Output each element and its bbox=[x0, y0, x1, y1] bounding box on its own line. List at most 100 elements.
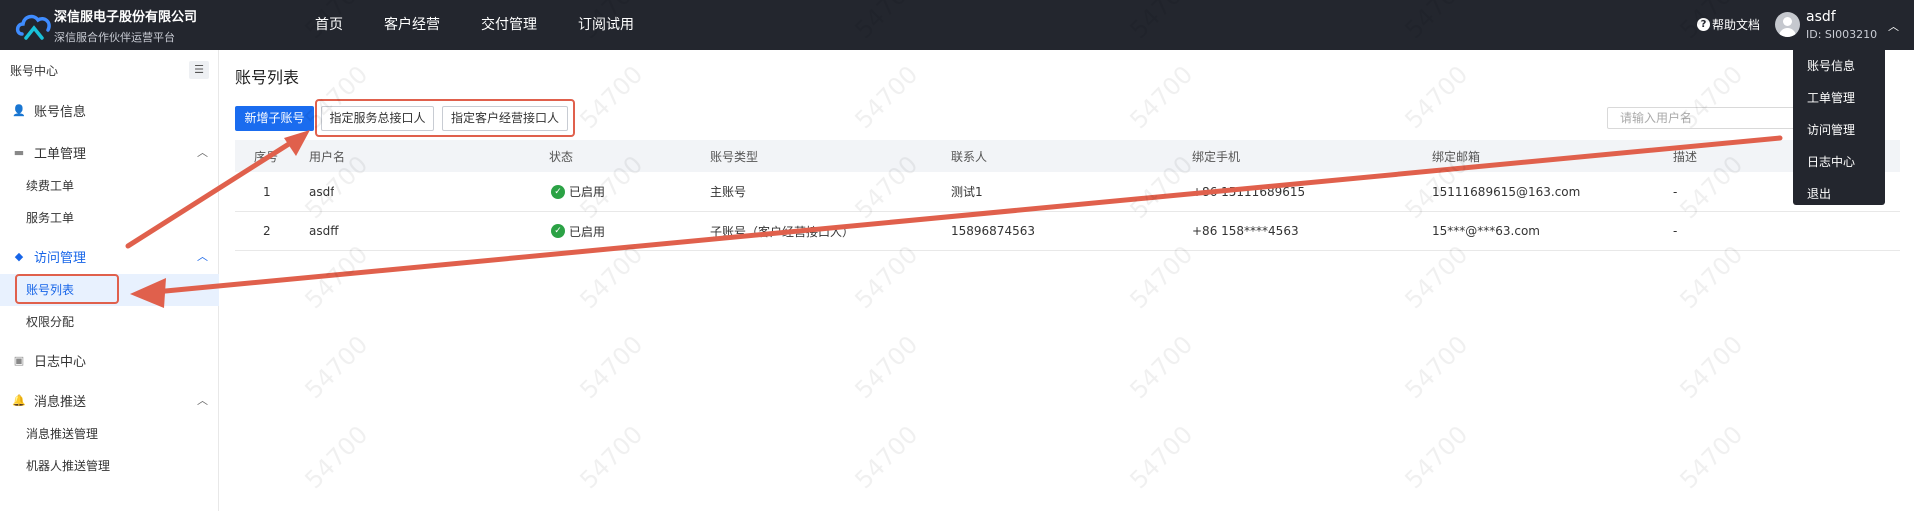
page-title: 账号列表 bbox=[235, 68, 300, 87]
watermark-text: 54700 bbox=[849, 240, 923, 314]
cell-email: 15111689615@163.com bbox=[1432, 184, 1581, 199]
column-header-username: 用户名 bbox=[309, 149, 346, 164]
top-nav-home[interactable]: 首页 bbox=[315, 0, 343, 50]
cell-status: ✓ 已启用 bbox=[551, 172, 605, 211]
check-circle-icon: ✓ bbox=[551, 184, 565, 199]
avatar[interactable] bbox=[1775, 12, 1800, 37]
sidebar-item-renewal-ticket[interactable]: 续费工单 bbox=[0, 170, 219, 202]
chevron-up-icon: ︿ bbox=[197, 146, 208, 159]
column-header-contact: 联系人 bbox=[951, 149, 988, 164]
user-id: ID: SI003210 bbox=[1806, 28, 1878, 41]
chevron-up-icon[interactable]: ︿ bbox=[1888, 18, 1899, 34]
watermark-text: 54700 bbox=[574, 330, 648, 404]
sidebar-item-message-push-management[interactable]: 消息推送管理 bbox=[0, 418, 219, 450]
sidebar-item-message-push[interactable]: 🔔 消息推送 ︿ bbox=[0, 382, 219, 418]
watermark-text: 54700 bbox=[1674, 330, 1748, 404]
watermark-text: 54700 bbox=[1674, 420, 1748, 494]
add-sub-account-button[interactable]: 新增子账号 bbox=[235, 106, 314, 131]
watermark-text: 54700 bbox=[574, 420, 648, 494]
sidebar: 账号中心 ☰ 👤 账号信息 ▬ 工单管理 ︿ 续费工单 服务工单 ◆ 访问管理 … bbox=[0, 50, 219, 511]
watermark-text: 54700 bbox=[299, 240, 373, 314]
top-nav-delivery[interactable]: 交付管理 bbox=[481, 0, 537, 50]
cube-icon: ▣ bbox=[13, 353, 25, 367]
top-nav-subscription[interactable]: 订阅试用 bbox=[578, 0, 634, 50]
watermark-text: 54700 bbox=[1124, 330, 1198, 404]
column-header-description: 描述 bbox=[1673, 149, 1698, 164]
watermark-text: 54700 bbox=[1674, 240, 1748, 314]
cell-contact: 15896874563 bbox=[951, 224, 1035, 238]
cell-phone: +86 158****4563 bbox=[1192, 224, 1299, 238]
watermark-text: 54700 bbox=[574, 60, 648, 134]
table-row[interactable]: 2 asdff ✓ 已启用 子账号（客户经营接口人） 15896874563 +… bbox=[235, 212, 1900, 251]
watermark-text: 54700 bbox=[1124, 240, 1198, 314]
cell-index: 1 bbox=[263, 184, 271, 199]
brand-name: 深信服电子股份有限公司 bbox=[54, 10, 198, 25]
sidebar-item-account-list[interactable]: 账号列表 bbox=[0, 274, 219, 306]
sidebar-item-service-ticket[interactable]: 服务工单 bbox=[0, 202, 219, 234]
watermark-text: 54700 bbox=[849, 60, 923, 134]
sidebar-item-ticket-management[interactable]: ▬ 工单管理 ︿ bbox=[0, 134, 219, 170]
sidebar-title: 账号中心 bbox=[10, 64, 59, 78]
assign-customer-contact-button[interactable]: 指定客户经营接口人 bbox=[442, 106, 568, 131]
column-header-email: 绑定邮箱 bbox=[1432, 149, 1481, 164]
watermark-text: 54700 bbox=[1399, 420, 1473, 494]
user-dropdown-menu: 账号信息 工单管理 访问管理 日志中心 退出 bbox=[1793, 46, 1885, 205]
cell-contact: 测试1 bbox=[951, 185, 983, 199]
sidebar-item-permission-assign[interactable]: 权限分配 bbox=[0, 306, 219, 338]
account-table: 序号 用户名 状态 账号类型 联系人 绑定手机 绑定邮箱 描述 1 asdf ✓… bbox=[235, 140, 1900, 251]
watermark-text: 54700 bbox=[1399, 60, 1473, 134]
sidebar-item-label: 账号信息 bbox=[34, 104, 87, 120]
table-row[interactable]: 1 asdf ✓ 已启用 主账号 测试1 +86 15111689615 151… bbox=[235, 172, 1900, 212]
sidebar-item-log-center[interactable]: ▣ 日志中心 bbox=[0, 342, 219, 378]
sidebar-item-label: 访问管理 bbox=[34, 250, 87, 266]
watermark-text: 54700 bbox=[1124, 420, 1198, 494]
status-badge: 已启用 bbox=[569, 224, 606, 239]
cell-username: asdf bbox=[309, 184, 335, 199]
cell-index: 2 bbox=[263, 224, 271, 238]
watermark-text: 54700 bbox=[299, 420, 373, 494]
chevron-up-icon: ︿ bbox=[197, 250, 208, 263]
watermark-text: 54700 bbox=[299, 330, 373, 404]
briefcase-icon: ▬ bbox=[13, 145, 25, 159]
cell-phone: +86 15111689615 bbox=[1192, 184, 1306, 199]
sangfor-cloud-logo-icon[interactable] bbox=[14, 6, 54, 44]
watermark-text: 54700 bbox=[849, 420, 923, 494]
column-header-phone: 绑定手机 bbox=[1192, 149, 1241, 164]
sidebar-item-account-info[interactable]: 👤 账号信息 bbox=[0, 92, 219, 128]
column-header-index: 序号 bbox=[254, 149, 279, 164]
cell-description: - bbox=[1673, 224, 1678, 238]
sidebar-item-label: 消息推送 bbox=[34, 394, 87, 410]
help-docs-label: 帮助文档 bbox=[1712, 18, 1761, 32]
bell-icon: 🔔 bbox=[12, 393, 26, 407]
sidebar-item-label: 日志中心 bbox=[34, 354, 87, 370]
column-header-account-type: 账号类型 bbox=[710, 149, 759, 164]
status-badge: 已启用 bbox=[569, 185, 606, 199]
brand-subtitle: 深信服合作伙伴运营平台 bbox=[54, 31, 175, 44]
menu-item-logout[interactable]: 退出 bbox=[1793, 178, 1885, 210]
question-icon: ? bbox=[1697, 18, 1710, 31]
collapse-sidebar-icon[interactable]: ☰ bbox=[189, 61, 209, 79]
watermark-text: 54700 bbox=[1124, 60, 1198, 134]
sidebar-item-robot-push-management[interactable]: 机器人推送管理 bbox=[0, 450, 219, 482]
cell-account-type: 主账号 bbox=[710, 185, 747, 199]
cell-description: - bbox=[1673, 184, 1678, 199]
menu-item-log-center[interactable]: 日志中心 bbox=[1793, 146, 1885, 178]
top-header: 深信服电子股份有限公司 深信服合作伙伴运营平台 首页 客户经营 交付管理 订阅试… bbox=[0, 0, 1914, 50]
menu-item-ticket-management[interactable]: 工单管理 bbox=[1793, 82, 1885, 114]
top-nav: 首页 客户经营 交付管理 订阅试用 bbox=[315, 0, 675, 50]
top-nav-customer[interactable]: 客户经营 bbox=[384, 0, 440, 50]
user-name[interactable]: asdf bbox=[1806, 9, 1836, 25]
chevron-up-icon: ︿ bbox=[197, 394, 208, 407]
menu-item-account-info[interactable]: 账号信息 bbox=[1793, 50, 1885, 82]
check-circle-icon: ✓ bbox=[551, 224, 565, 238]
help-docs-link[interactable]: ? 帮助文档 bbox=[1697, 16, 1760, 33]
watermark-text: 54700 bbox=[1399, 330, 1473, 404]
sidebar-item-access-management[interactable]: ◆ 访问管理 ︿ bbox=[0, 238, 219, 274]
assign-service-contact-button[interactable]: 指定服务总接口人 bbox=[321, 106, 434, 131]
cell-email: 15***@***63.com bbox=[1432, 224, 1540, 238]
cell-status: ✓ 已启用 bbox=[551, 212, 605, 250]
table-header-row: 序号 用户名 状态 账号类型 联系人 绑定手机 绑定邮箱 描述 bbox=[235, 140, 1900, 172]
username-search-input[interactable] bbox=[1607, 107, 1797, 129]
watermark-text: 54700 bbox=[574, 240, 648, 314]
menu-item-access-management[interactable]: 访问管理 bbox=[1793, 114, 1885, 146]
